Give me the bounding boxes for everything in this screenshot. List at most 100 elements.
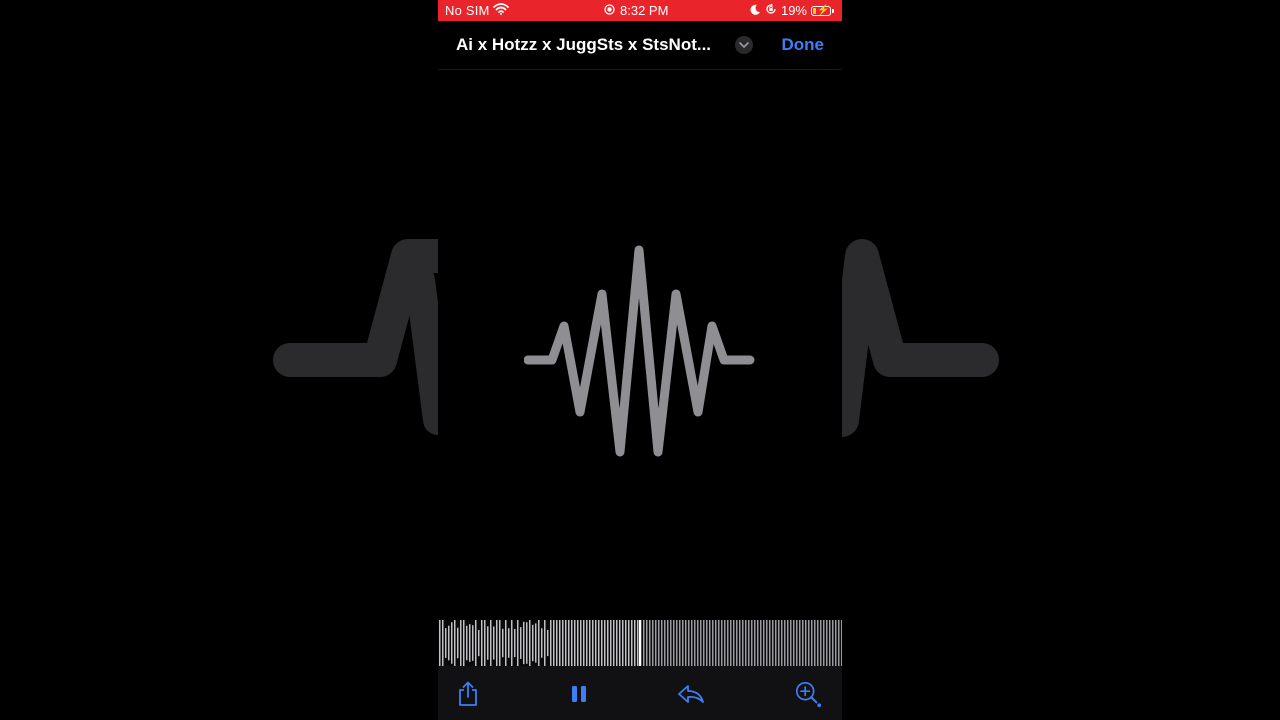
waveform-bar	[739, 620, 741, 666]
waveform-bar	[448, 625, 450, 661]
waveform-bar	[727, 620, 729, 666]
waveform-bar	[457, 627, 459, 659]
recording-title[interactable]: Ai x Hotzz x JuggSts x StsNot...	[456, 35, 726, 55]
zoom-in-icon	[795, 681, 822, 708]
zoom-in-button[interactable]	[794, 680, 822, 708]
waveform-bar	[706, 620, 708, 666]
waveform-bar	[832, 620, 834, 666]
waveform-bar	[778, 620, 780, 666]
wifi-icon	[493, 3, 509, 18]
waveform-bar	[460, 620, 462, 666]
waveform-bar	[838, 620, 840, 666]
waveform-bar	[841, 620, 842, 666]
waveform-bar	[484, 620, 486, 666]
waveform-bar	[628, 620, 630, 666]
playhead[interactable]	[639, 620, 641, 666]
waveform-bar	[721, 620, 723, 666]
waveform-bar	[481, 620, 483, 666]
share-button[interactable]	[454, 680, 482, 708]
waveform-bar	[502, 628, 504, 658]
moon-icon	[750, 3, 761, 18]
waveform-bar	[490, 620, 492, 666]
audio-waveform-icon	[523, 240, 756, 462]
pause-button[interactable]	[565, 680, 593, 708]
waveform-bar	[760, 620, 762, 666]
waveform-bar	[595, 620, 597, 666]
waveform-bar	[787, 620, 789, 666]
waveform-bar	[613, 620, 615, 666]
waveform-bar	[472, 625, 474, 661]
waveform-bar	[478, 629, 480, 657]
waveform-bar	[742, 620, 744, 666]
waveform-bar	[580, 620, 582, 666]
waveform-bar	[592, 620, 594, 666]
waveform-bar	[520, 627, 522, 659]
waveform-bar	[655, 620, 657, 666]
waveform-bar	[442, 620, 444, 666]
waveform-bar	[601, 620, 603, 666]
waveform-bar	[568, 620, 570, 666]
reply-button[interactable]	[677, 680, 705, 708]
orientation-lock-icon	[765, 3, 777, 18]
waveform-bar	[670, 620, 672, 666]
waveform-scrubber[interactable]	[438, 620, 842, 666]
waveform-bar	[808, 620, 810, 666]
waveform-bar	[820, 620, 822, 666]
done-button[interactable]: Done	[782, 35, 825, 55]
waveform-bar	[799, 620, 801, 666]
waveform-bar	[784, 620, 786, 666]
waveform-bar	[610, 620, 612, 666]
waveform-bar	[751, 620, 753, 666]
waveform-bar	[790, 620, 792, 666]
waveform-bar	[544, 620, 546, 666]
waveform-bar	[556, 620, 558, 666]
waveform-bar	[772, 620, 774, 666]
waveform-bar	[604, 620, 606, 666]
waveform-bar	[634, 620, 636, 666]
waveform-bar	[823, 620, 825, 666]
waveform-bar	[499, 620, 501, 666]
waveform-bar	[682, 620, 684, 666]
waveform-bar	[724, 620, 726, 666]
waveform-bar	[814, 620, 816, 666]
waveform-bar	[661, 620, 663, 666]
waveform-bar	[619, 620, 621, 666]
waveform-bar	[673, 620, 675, 666]
waveform-bar	[811, 620, 813, 666]
waveform-bar	[646, 620, 648, 666]
blurred-backdrop-left	[270, 0, 438, 720]
waveform-bar	[745, 620, 747, 666]
waveform-bar	[697, 620, 699, 666]
waveform-bar	[664, 620, 666, 666]
reply-icon	[678, 685, 704, 703]
waveform-bar	[685, 620, 687, 666]
waveform-bar	[529, 620, 531, 666]
waveform-bar	[625, 620, 627, 666]
waveform-bar	[535, 623, 537, 663]
waveform-bar	[475, 620, 477, 666]
waveform-bar	[469, 624, 471, 662]
bottom-toolbar	[438, 666, 842, 720]
screen: No SIM 8:32 PM 19% ⚡ Ai x Hotzz x JuggSt…	[0, 0, 1280, 720]
waveform-bar	[547, 629, 549, 657]
waveform-bar	[667, 620, 669, 666]
waveform-bar	[763, 620, 765, 666]
waveform-bar	[511, 620, 513, 666]
share-icon	[459, 681, 477, 706]
waveform-bar	[586, 620, 588, 666]
waveform-bar	[730, 620, 732, 666]
waveform-bar	[466, 625, 468, 661]
waveform-bar	[826, 620, 828, 666]
waveform-bar	[517, 620, 519, 666]
waveform-bar	[505, 620, 507, 666]
chevron-down-icon[interactable]	[735, 36, 753, 54]
battery-percent: 19%	[780, 3, 807, 18]
waveform-bar	[817, 620, 819, 666]
waveform-bar	[559, 620, 561, 666]
waveform-bar	[541, 628, 543, 658]
waveform-bar	[658, 620, 660, 666]
waveform-bar	[709, 620, 711, 666]
waveform-bar	[571, 620, 573, 666]
waveform-bar	[736, 620, 738, 666]
nav-bar: Ai x Hotzz x JuggSts x StsNot... Done	[438, 21, 842, 70]
